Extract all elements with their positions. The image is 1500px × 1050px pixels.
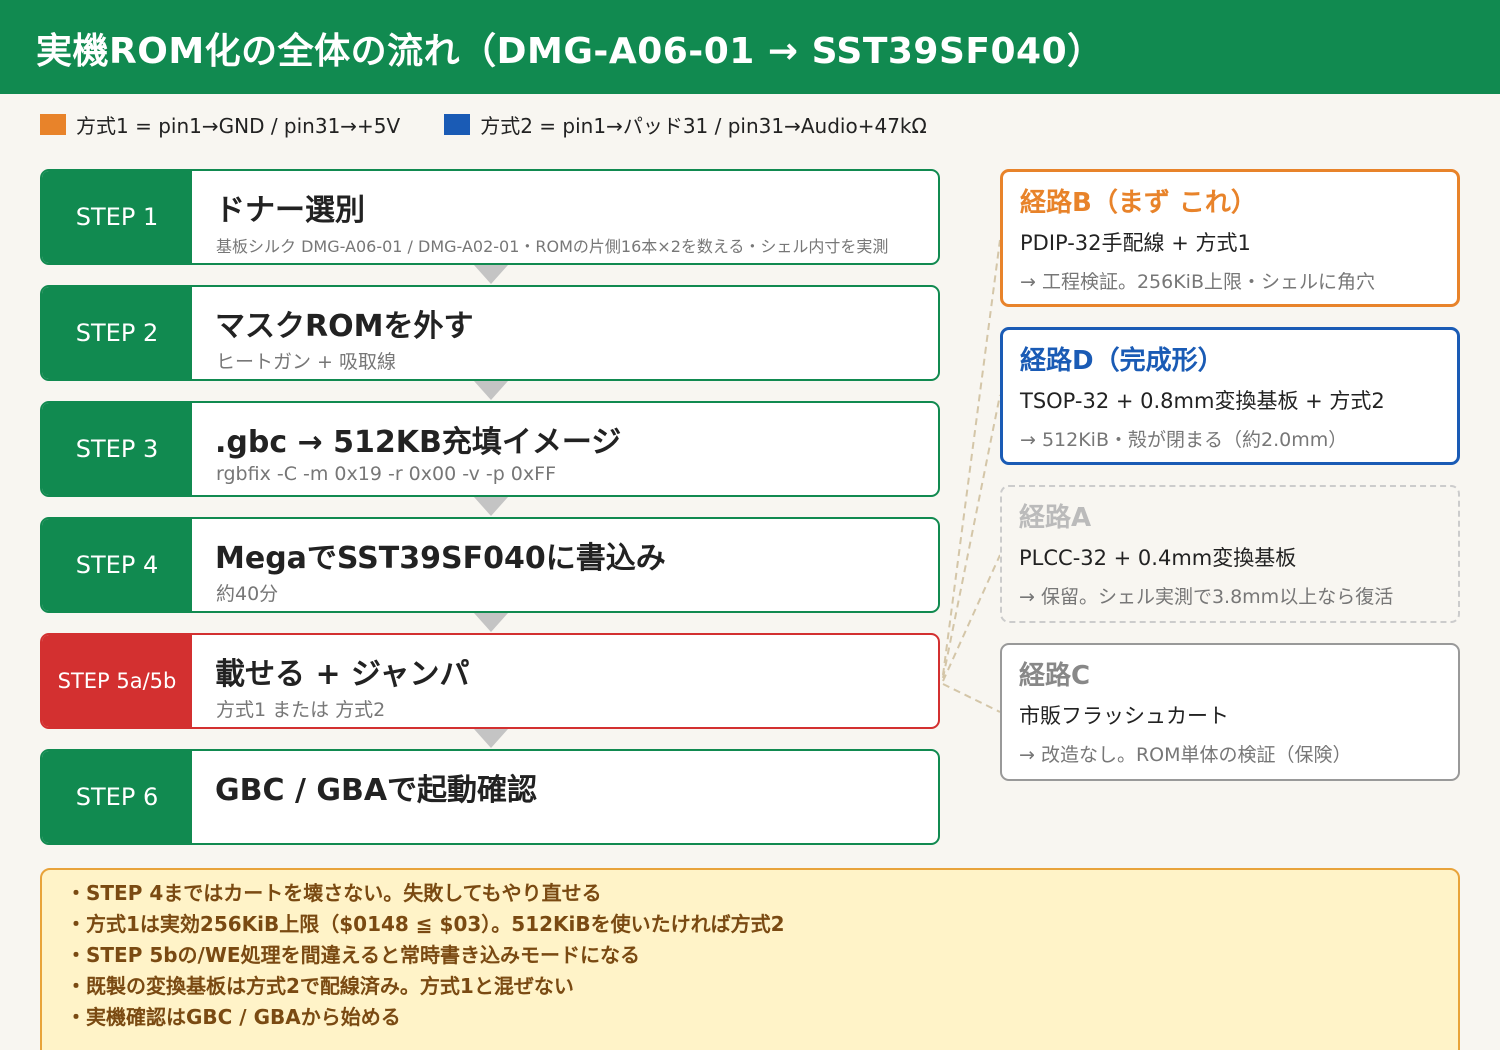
step-subtitle: ヒートガン + 吸取線 (216, 351, 396, 373)
route-d-card: 経路D（完成形） TSOP-32 + 0.8mm変換基板 + 方式2 → 512… (1000, 327, 1460, 465)
step-tag: STEP 1 (42, 171, 192, 263)
step-subtitle: 方式1 または 方式2 (216, 699, 386, 721)
down-arrow-icon (474, 497, 508, 516)
route-name: 経路D（完成形） (1020, 346, 1224, 376)
route-note: → 工程検証。256KiB上限・シェルに角穴 (1020, 271, 1375, 293)
route-note: → 保留。シェル実測で3.8mm以上なら復活 (1019, 586, 1394, 608)
route-b-card: 経路B（まず これ） PDIP-32手配線 + 方式1 → 工程検証。256Ki… (1000, 169, 1460, 307)
note-line: ・STEP 4まではカートを壊さない。失敗してもやり直せる (66, 881, 602, 905)
step-title: MegaでSST39SF040に書込み (215, 541, 666, 576)
notes-box: ・STEP 4まではカートを壊さない。失敗してもやり直せる ・方式1は実効256… (40, 868, 1460, 1050)
connector-route-d (942, 394, 1001, 679)
route-a-card: 経路A PLCC-32 + 0.4mm変換基板 → 保留。シェル実測で3.8mm… (1000, 485, 1460, 623)
step-6: STEP 6 GBC / GBAで起動確認 (40, 749, 940, 845)
step-tag: STEP 2 (42, 287, 192, 379)
step-subtitle: 基板シルク DMG-A06-01 / DMG-A02-01・ROMの片側16本×… (216, 237, 889, 256)
route-description: 市販フラッシュカート (1019, 704, 1229, 728)
route-description: TSOP-32 + 0.8mm変換基板 + 方式2 (1020, 389, 1385, 413)
route-description: PDIP-32手配線 + 方式1 (1020, 231, 1251, 255)
down-arrow-icon (474, 613, 508, 632)
route-description: PLCC-32 + 0.4mm変換基板 (1019, 546, 1297, 570)
step-title: マスクROMを外す (215, 309, 474, 344)
connector-route-a (942, 554, 1001, 682)
step-subtitle: 約40分 (216, 583, 279, 605)
down-arrow-icon (474, 729, 508, 748)
step-3: STEP 3 .gbc → 512KB充填イメージ rgbfix -C -m 0… (40, 401, 940, 497)
route-c-card: 経路C 市販フラッシュカート → 改造なし。ROM単体の検証（保険） (1000, 643, 1460, 781)
route-name: 経路B（まず これ） (1020, 188, 1257, 218)
route-note: → 512KiB・殻が閉まる（約2.0mm） (1020, 429, 1348, 451)
step-title: .gbc → 512KB充填イメージ (215, 425, 622, 460)
route-name: 経路C (1019, 661, 1091, 691)
step-tag: STEP 3 (42, 403, 192, 495)
down-arrow-icon (474, 265, 508, 284)
step-1: STEP 1 ドナー選別 基板シルク DMG-A06-01 / DMG-A02-… (40, 169, 940, 265)
step-subtitle: rgbfix -C -m 0x19 -r 0x00 -v -p 0xFF (216, 463, 556, 485)
note-line: ・既製の変換基板は方式2で配線済み。方式1と混ぜない (66, 974, 574, 998)
connector-route-b (942, 239, 1001, 676)
step-5: STEP 5a/5b 載せる + ジャンパ 方式1 または 方式2 (40, 633, 940, 729)
note-line: ・実機確認はGBC / GBAから始める (66, 1005, 401, 1029)
step-title: GBC / GBAで起動確認 (215, 773, 538, 808)
route-note: → 改造なし。ROM単体の検証（保険） (1019, 744, 1352, 766)
step-tag: STEP 5a/5b (42, 635, 192, 727)
note-line: ・STEP 5bの/WE処理を間違えると常時書き込みモードになる (66, 943, 640, 967)
note-line: ・方式1は実効256KiB上限（$0148 ≦ $03）。512KiBを使いたけ… (66, 912, 785, 936)
down-arrow-icon (474, 381, 508, 400)
step-2: STEP 2 マスクROMを外す ヒートガン + 吸取線 (40, 285, 940, 381)
step-tag: STEP 6 (42, 751, 192, 843)
step-tag: STEP 4 (42, 519, 192, 611)
step-4: STEP 4 MegaでSST39SF040に書込み 約40分 (40, 517, 940, 613)
route-name: 経路A (1019, 503, 1092, 533)
step-title: ドナー選別 (215, 193, 365, 228)
connector-route-c (942, 683, 1001, 713)
step-title: 載せる + ジャンパ (215, 657, 470, 692)
